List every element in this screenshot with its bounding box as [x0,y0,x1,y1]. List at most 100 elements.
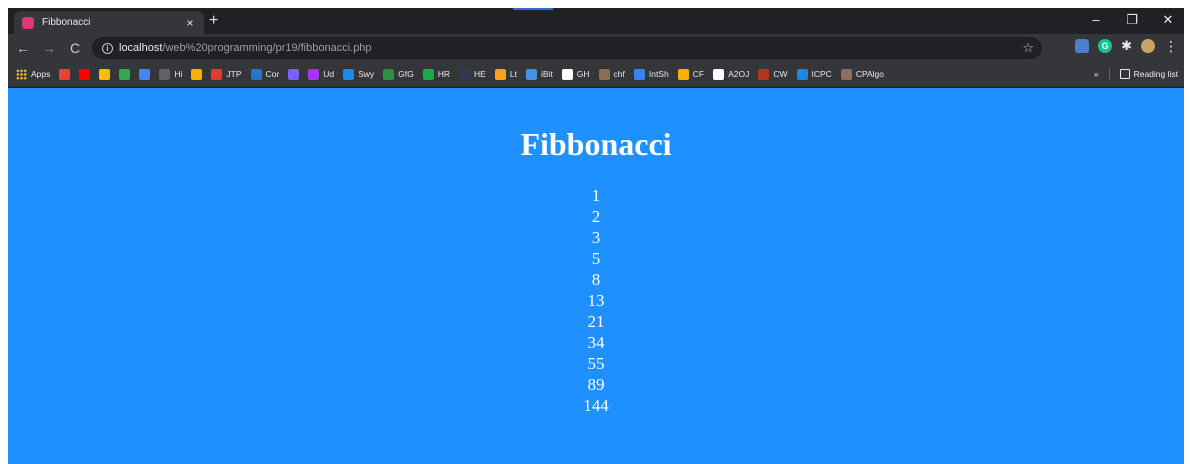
coffee-icon [191,68,203,80]
window-controls: – ❐ ✕ [1086,12,1178,28]
translate-extension-icon[interactable] [1075,39,1090,53]
bookmark-item[interactable]: HR [422,68,450,80]
bookmark-item[interactable] [59,68,71,80]
favicon-icon [22,16,34,29]
bookmark-item[interactable]: GfG [383,68,414,80]
list-item: 21 [587,312,605,331]
list-item: 8 [591,270,601,289]
reading-list-icon [1119,69,1130,79]
star-bookmark-icon [288,68,300,80]
bookmark-label: ICPC [811,69,832,79]
bookmark-item[interactable]: GH [561,68,590,80]
bookmark-item[interactable] [288,68,300,80]
bookmark-label: Cor [265,69,280,79]
close-window-button[interactable]: ✕ [1158,12,1178,28]
hi-icon [159,68,171,80]
grammarly-icon[interactable]: G [1098,39,1113,53]
bookmark-star-icon[interactable]: ☆ [1022,40,1034,56]
list-item: 1 [591,186,601,205]
maps-icon [119,68,131,80]
bookmark-item[interactable]: IntSh [633,68,669,80]
udemy-icon [308,68,320,80]
apps-grid-icon [16,68,27,80]
tab-fibbonacci[interactable]: Fibbonacci × [14,11,204,34]
bookmarks-bar: Apps Hi JTP Cor Ud Swy GfG HR HE Lt iBit GH chf IntSh… [8,62,1184,87]
bookmark-item[interactable]: ICPC [796,68,832,80]
bookmark-item[interactable] [99,68,111,80]
codewars-icon [758,68,770,80]
bookmark-item[interactable]: CPAlgo [840,68,884,80]
bookmark-label: Swy [358,69,375,79]
bookmark-label: HE [474,69,486,79]
bookmark-item[interactable]: Apps [16,68,51,80]
new-tab-button[interactable]: + [209,12,218,30]
close-icon[interactable]: × [184,16,196,30]
address-bar[interactable]: i localhost/web%20programming/pr19/fibbo… [92,37,1042,59]
list-item: 2 [591,207,601,226]
fibonacci-list: 1 2 3 5 8 13 21 34 55 89 144 [8,185,1184,416]
bookmark-item[interactable]: Lt [494,68,517,80]
browser-toolbar: ← → C i localhost/web%20programming/pr19… [8,34,1184,62]
bookmark-item[interactable]: Ud [308,68,334,80]
bookmark-label: CW [773,69,788,79]
bookmark-item[interactable]: HE [459,68,486,80]
bookmark-item[interactable]: A2OJ [713,68,749,80]
bookmark-label: GfG [398,69,414,79]
bookmark-label: GH [576,69,590,79]
hackerrank-icon [422,68,434,80]
reading-list-button[interactable]: Reading list [1119,69,1178,79]
extensions-area: G ✱ ⋮ [1075,39,1178,53]
bookmarks-overflow-button[interactable]: » [1094,69,1099,79]
divider [1108,68,1110,80]
menu-dots-icon[interactable]: ⋮ [1164,39,1178,53]
forward-arrow-icon[interactable]: → [38,40,60,56]
gmail-icon [59,68,71,80]
bookmark-label: iBit [540,69,553,79]
bookmark-item[interactable]: Hi [159,68,183,80]
restore-button[interactable]: ❐ [1122,12,1142,28]
bookmark-item[interactable] [79,68,91,80]
bookmark-item[interactable]: JTP [211,68,242,80]
jtp-icon [211,68,223,80]
bookmark-item[interactable]: CF [677,68,705,80]
bookmark-label: Hi [174,69,183,79]
bookmark-label: CF [692,69,705,79]
bookmark-item[interactable]: Cor [250,68,280,80]
bookmark-item[interactable] [139,68,151,80]
cpalgo-icon [840,68,852,80]
list-item: 144 [583,396,609,415]
bookmark-item[interactable]: chf [598,68,625,80]
bookmark-label: JTP [226,69,242,79]
gfg-icon [383,68,395,80]
reading-list-label: Reading list [1133,69,1178,79]
extensions-puzzle-icon[interactable]: ✱ [1121,39,1132,53]
list-item: 5 [591,249,601,268]
url-path: /web%20programming/pr19/fibbonacci.php [162,42,372,54]
bookmark-item[interactable]: CW [758,68,788,80]
list-item: 3 [591,228,601,247]
bookmark-item[interactable] [119,68,131,80]
page-title: Fibbonacci [520,126,672,162]
info-icon[interactable]: i [102,42,113,54]
profile-avatar[interactable] [1141,39,1155,53]
minimize-button[interactable]: – [1086,12,1106,28]
page-content: Fibbonacci 1 2 3 5 8 13 21 34 55 89 144 [8,88,1184,464]
bookmark-label: Lt [509,69,517,79]
tab-title: Fibbonacci [42,17,91,28]
translate-icon [139,68,151,80]
bookmarks-right: » Reading list [1094,68,1178,80]
drive-icon [99,68,111,80]
bookmark-label: Apps [31,69,51,79]
bookmark-item[interactable]: iBit [525,68,553,80]
interviewshell-icon [633,68,645,80]
reload-icon[interactable]: C [64,40,86,56]
back-arrow-icon[interactable]: ← [12,40,34,56]
browser-window: Fibbonacci × + – ❐ ✕ ← → C i localhost/w… [8,8,1184,464]
youtube-icon [79,68,91,80]
bookmark-item[interactable]: Swy [343,68,375,80]
hackerearth-icon [459,68,471,80]
bookmark-label: chf [613,69,625,79]
list-item: 89 [587,375,605,394]
interviewbit-icon [525,68,537,80]
bookmark-item[interactable] [191,68,203,80]
